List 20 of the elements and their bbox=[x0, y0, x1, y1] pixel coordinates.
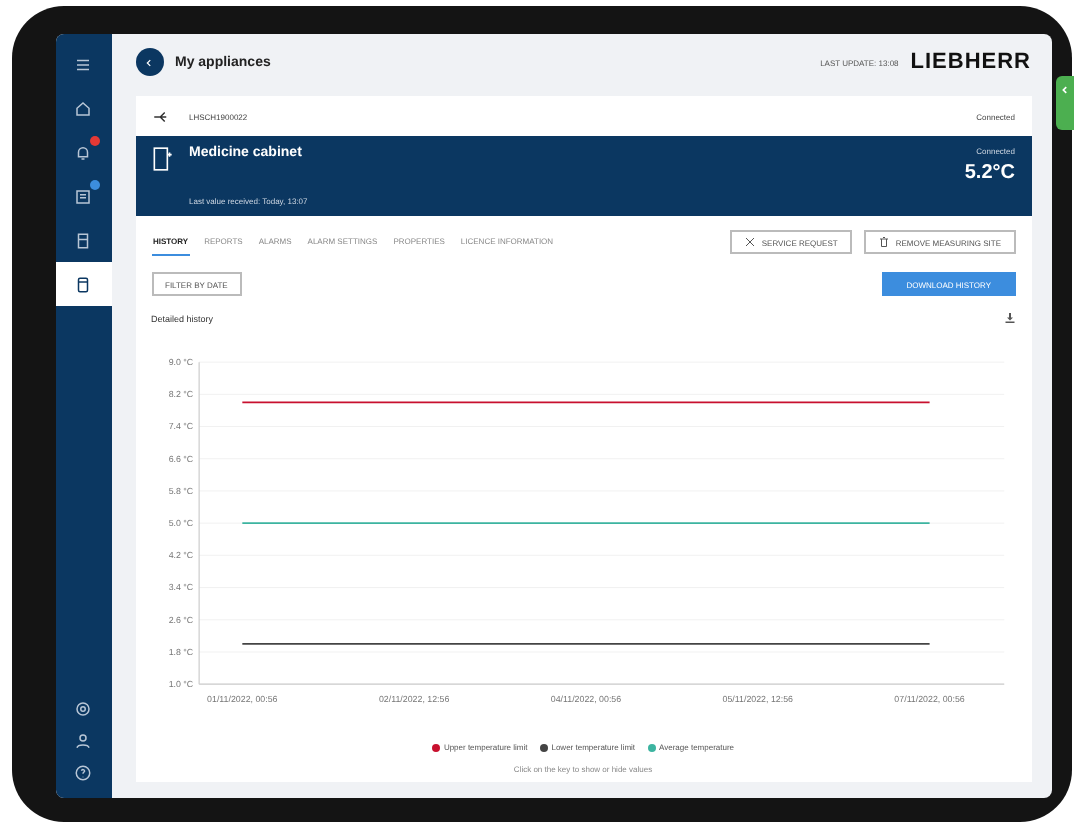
settings-icon bbox=[74, 700, 92, 718]
fridge-icon bbox=[74, 231, 92, 249]
cabinet-icon bbox=[151, 146, 173, 172]
network-icon bbox=[151, 107, 169, 125]
cabinet-icon bbox=[74, 275, 92, 293]
chevron-left-icon bbox=[1060, 84, 1070, 96]
chevron-left-icon bbox=[144, 57, 154, 67]
trash-icon bbox=[877, 236, 890, 248]
brand-logo: LIEBHERR bbox=[910, 50, 1031, 74]
home-icon bbox=[74, 99, 92, 117]
sidebar-item[interactable] bbox=[55, 262, 111, 306]
temperature-value: 5.2°C bbox=[964, 162, 1015, 184]
notification-badge bbox=[89, 136, 99, 146]
back-button[interactable] bbox=[135, 48, 163, 76]
download-icon[interactable] bbox=[1003, 312, 1015, 324]
notification-badge bbox=[89, 180, 99, 190]
help-icon bbox=[74, 764, 92, 782]
document-icon bbox=[74, 187, 92, 205]
bell-icon bbox=[74, 143, 92, 161]
user-icon bbox=[74, 732, 92, 750]
